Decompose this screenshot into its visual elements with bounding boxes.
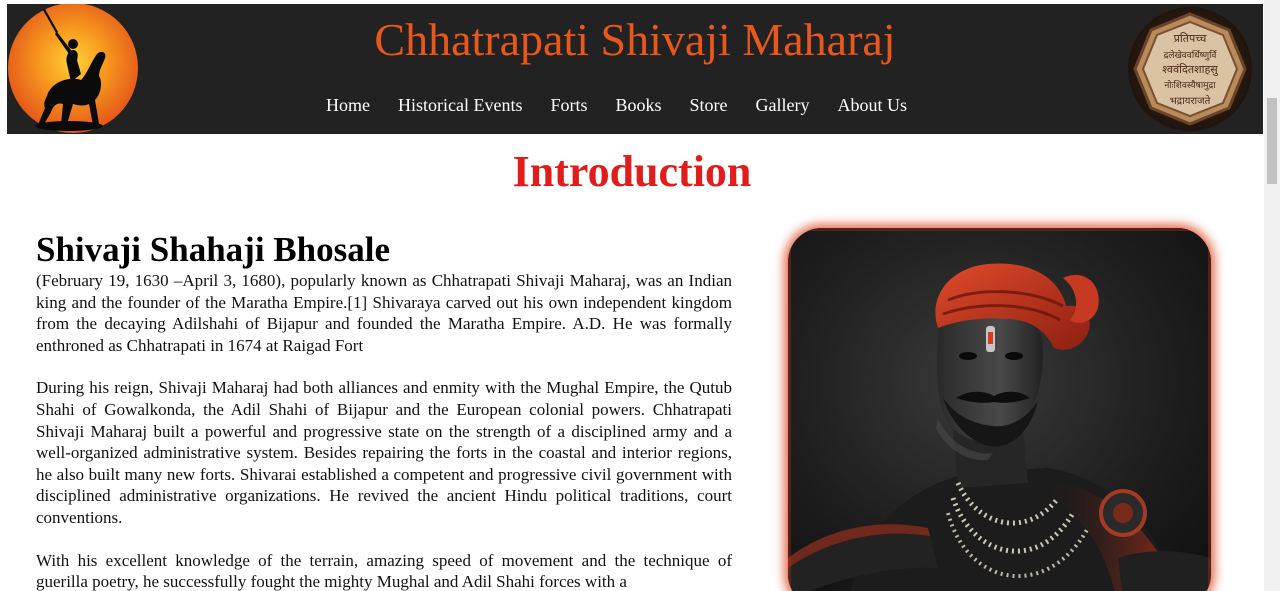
main-nav: Home Historical Events Forts Books Store… — [326, 92, 907, 118]
seal-line-1: प्रतिपच्च — [1174, 32, 1208, 45]
nav-books[interactable]: Books — [616, 92, 662, 118]
paragraph: During his reign, Shivaji Maharaj had bo… — [36, 378, 732, 527]
person-name: Shivaji Shahaji Bhosale — [36, 230, 390, 269]
royal-seal-logo[interactable]: प्रतिपच्च द्रलेखेववर्धिष्णुर्वि श्ववंदित… — [1127, 6, 1253, 132]
paragraph: (February 19, 1630 –April 3, 1680), popu… — [36, 271, 732, 355]
nav-about-us[interactable]: About Us — [838, 92, 908, 118]
nav-historical-events[interactable]: Historical Events — [398, 92, 522, 118]
nav-store[interactable]: Store — [690, 92, 728, 118]
seal-line-3: श्ववंदितशाहसु — [1162, 63, 1218, 76]
nav-gallery[interactable]: Gallery — [756, 92, 810, 118]
nav-forts[interactable]: Forts — [550, 92, 587, 118]
warrior-portrait-illustration — [788, 228, 1211, 591]
site-header: Chhatrapati Shivaji Maharaj Home Histori… — [7, 4, 1263, 134]
seal-line-4: नोःशिवस्यैषामुद्रा — [1164, 79, 1216, 91]
article-content: Shivaji Shahaji Bhosale (February 19, 16… — [36, 230, 732, 591]
nav-home[interactable]: Home — [326, 92, 370, 118]
seal-line-2: द्रलेखेववर्धिष्णुर्वि — [1164, 49, 1218, 61]
section-heading: Introduction — [512, 147, 752, 196]
seal-line-5: भद्रायराजते — [1170, 95, 1211, 107]
page: Chhatrapati Shivaji Maharaj Home Histori… — [0, 0, 1280, 591]
paragraph: With his excellent knowledge of the terr… — [36, 550, 732, 591]
vertical-scrollbar[interactable] — [1264, 0, 1280, 591]
portrait-image — [788, 228, 1211, 591]
scrollbar-thumb[interactable] — [1267, 98, 1277, 184]
site-title: Chhatrapati Shivaji Maharaj — [374, 14, 896, 65]
